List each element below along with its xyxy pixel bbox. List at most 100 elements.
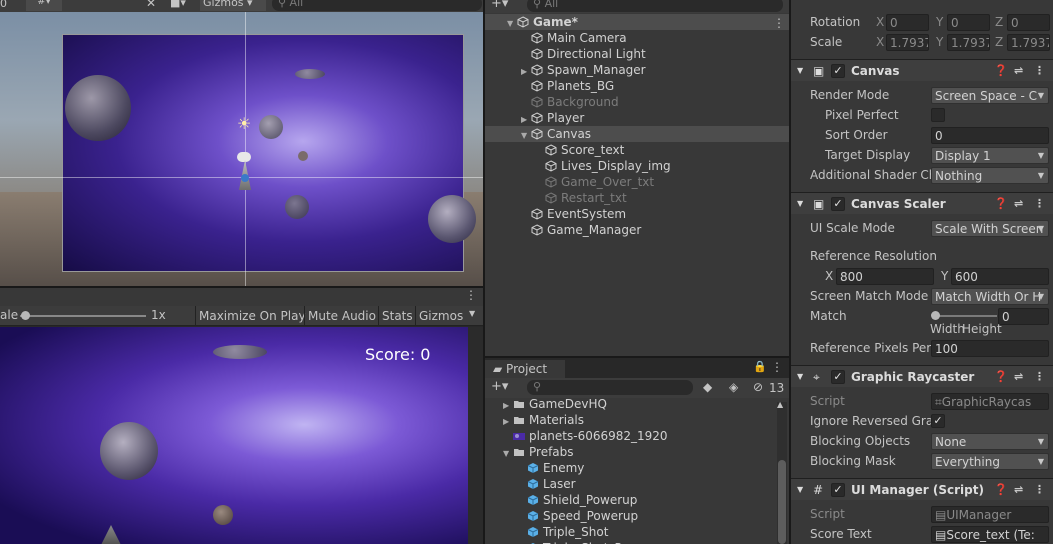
raycaster-preset-icon[interactable]: ⇌ — [1014, 366, 1023, 388]
lock-icon[interactable]: 🔒 — [753, 360, 767, 373]
hierarchy-item[interactable]: EventSystem — [485, 206, 789, 222]
hierarchy-item[interactable]: Main Camera — [485, 30, 789, 46]
canvas-enabled-checkbox[interactable]: ✓ — [831, 64, 845, 78]
hierarchy-item[interactable]: ▶ Player — [485, 110, 789, 126]
pivot-handle[interactable] — [241, 174, 249, 182]
project-scrollbar[interactable]: ▲ — [777, 400, 787, 544]
hidden-packages-icon[interactable]: ⊘ — [753, 380, 763, 394]
hierarchy-item[interactable]: Directional Light — [485, 46, 789, 62]
ui-manager-header[interactable]: ▼ # ✓ UI Manager (Script) ❓ ⇌ ⋮ — [791, 478, 1053, 500]
scroll-up-icon[interactable]: ▲ — [777, 400, 783, 409]
rotation-y-field[interactable]: 0 — [947, 14, 990, 31]
tab-project[interactable]: ▰ Project — [485, 360, 565, 378]
scene-view[interactable]: 0 #▾ ✕ ■▾ Gizmos ▾ ⚲ All ☀ — [0, 0, 483, 286]
hierarchy-item[interactable]: ▼ Game* — [485, 14, 789, 30]
raycaster-foldout-icon[interactable]: ▼ — [797, 366, 803, 388]
pixels-per-unit-field[interactable]: 100 — [931, 340, 1049, 357]
project-item[interactable]: Laser — [485, 476, 775, 492]
project-item[interactable]: Triple_Shot_Powerup — [485, 540, 775, 544]
preset-icon[interactable]: ⇌ — [1014, 60, 1023, 82]
hierarchy-item[interactable]: Restart_txt — [485, 190, 789, 206]
camera-icon[interactable]: ■▾ — [170, 0, 186, 9]
target-display-dropdown[interactable]: Display 1 — [931, 147, 1049, 164]
gizmos-dropdown-icon[interactable]: ▼ — [469, 309, 475, 318]
scale-y-field[interactable]: 1.7937 — [947, 34, 990, 51]
game-view[interactable]: ⋮ ale 1x Maximize On Play Mute Audio Sta… — [0, 288, 483, 544]
ignore-reversed-checkbox[interactable]: ✓ — [931, 414, 945, 428]
hierarchy-item[interactable]: Lives_Display_img — [485, 158, 789, 174]
ref-x-field[interactable]: 800 — [836, 268, 934, 285]
scaler-enabled-checkbox[interactable]: ✓ — [831, 197, 845, 211]
uimanager-preset-icon[interactable]: ⇌ — [1014, 479, 1023, 501]
component-menu-icon[interactable]: ⋮ — [1034, 60, 1045, 82]
project-search-input[interactable]: ⚲ — [527, 380, 693, 395]
camera-gizmo-icon[interactable] — [237, 152, 251, 162]
add-icon[interactable]: +▾ — [491, 0, 508, 11]
scaler-preset-icon[interactable]: ⇌ — [1014, 193, 1023, 215]
uimanager-help-icon[interactable]: ❓ — [994, 479, 1008, 501]
uimanager-foldout-icon[interactable]: ▼ — [797, 479, 803, 501]
scale-x-field[interactable]: 1.7937 — [886, 34, 929, 51]
hierarchy-item[interactable]: Score_text — [485, 142, 789, 158]
light-gizmo-icon[interactable]: ☀ — [237, 114, 251, 133]
scene-menu-icon[interactable]: ⋮ — [773, 16, 785, 30]
project-item[interactable]: Enemy — [485, 460, 775, 476]
hierarchy-item[interactable]: Game_Manager — [485, 222, 789, 238]
filter-label-icon[interactable]: ◈ — [729, 380, 738, 394]
project-item[interactable]: Shield_Powerup — [485, 492, 775, 508]
ref-y-field[interactable]: 600 — [951, 268, 1049, 285]
match-slider-track[interactable] — [935, 315, 997, 317]
raycaster-enabled-checkbox[interactable]: ✓ — [831, 370, 845, 384]
filter-type-icon[interactable]: ◆ — [703, 380, 712, 394]
sort-order-field[interactable]: 0 — [931, 127, 1049, 144]
blocking-objects-dropdown[interactable]: None — [931, 433, 1049, 450]
shader-channels-dropdown[interactable]: Nothing — [931, 167, 1049, 184]
pixel-perfect-checkbox[interactable] — [931, 108, 945, 122]
hierarchy-item[interactable]: Planets_BG — [485, 78, 789, 94]
hierarchy-item[interactable]: ▼ Canvas — [485, 126, 789, 142]
screen-match-mode-dropdown[interactable]: Match Width Or H — [931, 288, 1049, 305]
project-item[interactable]: Triple_Shot — [485, 524, 775, 540]
project-item[interactable]: planets-6066982_1920 — [485, 428, 775, 444]
project-item[interactable]: Speed_Powerup — [485, 508, 775, 524]
hierarchy-item[interactable]: Background — [485, 94, 789, 110]
hierarchy-item[interactable]: ▶ Spawn_Manager — [485, 62, 789, 78]
project-menu-icon[interactable]: ⋮ — [771, 360, 783, 374]
score-text-field[interactable]: ▤Score_text (Te: — [931, 526, 1049, 543]
canvas-component-header[interactable]: ▼ ▣ ✓ Canvas ❓ ⇌ ⋮ — [791, 59, 1053, 81]
scaler-help-icon[interactable]: ❓ — [994, 193, 1008, 215]
scale-z-field[interactable]: 1.7937 — [1007, 34, 1050, 51]
maximize-on-play-button[interactable]: Maximize On Play — [195, 306, 309, 326]
render-mode-dropdown[interactable]: Screen Space - C — [931, 87, 1049, 104]
help-icon[interactable]: ❓ — [994, 60, 1008, 82]
scale-mode-dropdown[interactable]: Scale With Screen — [931, 220, 1049, 237]
game-gizmos-button[interactable]: Gizmos — [415, 306, 466, 326]
raycaster-menu-icon[interactable]: ⋮ — [1034, 366, 1045, 388]
graphic-raycaster-header[interactable]: ▼ ⌖ ✓ Graphic Raycaster ❓ ⇌ ⋮ — [791, 365, 1053, 387]
project-scroll-thumb[interactable] — [778, 460, 786, 544]
uimanager-enabled-checkbox[interactable]: ✓ — [831, 483, 845, 497]
scaler-menu-icon[interactable]: ⋮ — [1034, 193, 1045, 215]
scene-gizmos-button[interactable]: Gizmos ▾ — [200, 0, 266, 11]
scene-search-input[interactable]: ⚲ All — [272, 0, 482, 11]
uimanager-menu-icon[interactable]: ⋮ — [1034, 479, 1045, 501]
mute-audio-button[interactable]: Mute Audio — [304, 306, 379, 326]
project-add-icon[interactable]: +▾ — [491, 379, 508, 394]
scale-slider-thumb[interactable] — [21, 311, 30, 320]
scale-slider-track[interactable] — [20, 315, 146, 317]
game-scrollbar[interactable] — [468, 327, 483, 544]
canvas-foldout-icon[interactable]: ▼ — [797, 60, 803, 82]
hierarchy-search-input[interactable]: ⚲ All — [527, 0, 783, 12]
hierarchy-item[interactable]: Game_Over_txt — [485, 174, 789, 190]
game-menu-icon[interactable]: ⋮ — [465, 288, 477, 302]
project-item[interactable]: ▶ Materials — [485, 412, 775, 428]
tools-icon[interactable]: ✕ — [146, 0, 156, 10]
canvas-scaler-header[interactable]: ▼ ▣ ✓ Canvas Scaler ❓ ⇌ ⋮ — [791, 192, 1053, 214]
rotation-z-field[interactable]: 0 — [1007, 14, 1050, 31]
grid-snap-icon[interactable]: #▾ — [26, 0, 62, 11]
project-item[interactable]: ▶ GameDevHQ — [485, 396, 775, 412]
raycaster-help-icon[interactable]: ❓ — [994, 366, 1008, 388]
stats-button[interactable]: Stats — [378, 306, 416, 326]
rotation-x-field[interactable]: 0 — [886, 14, 929, 31]
blocking-mask-dropdown[interactable]: Everything — [931, 453, 1049, 470]
